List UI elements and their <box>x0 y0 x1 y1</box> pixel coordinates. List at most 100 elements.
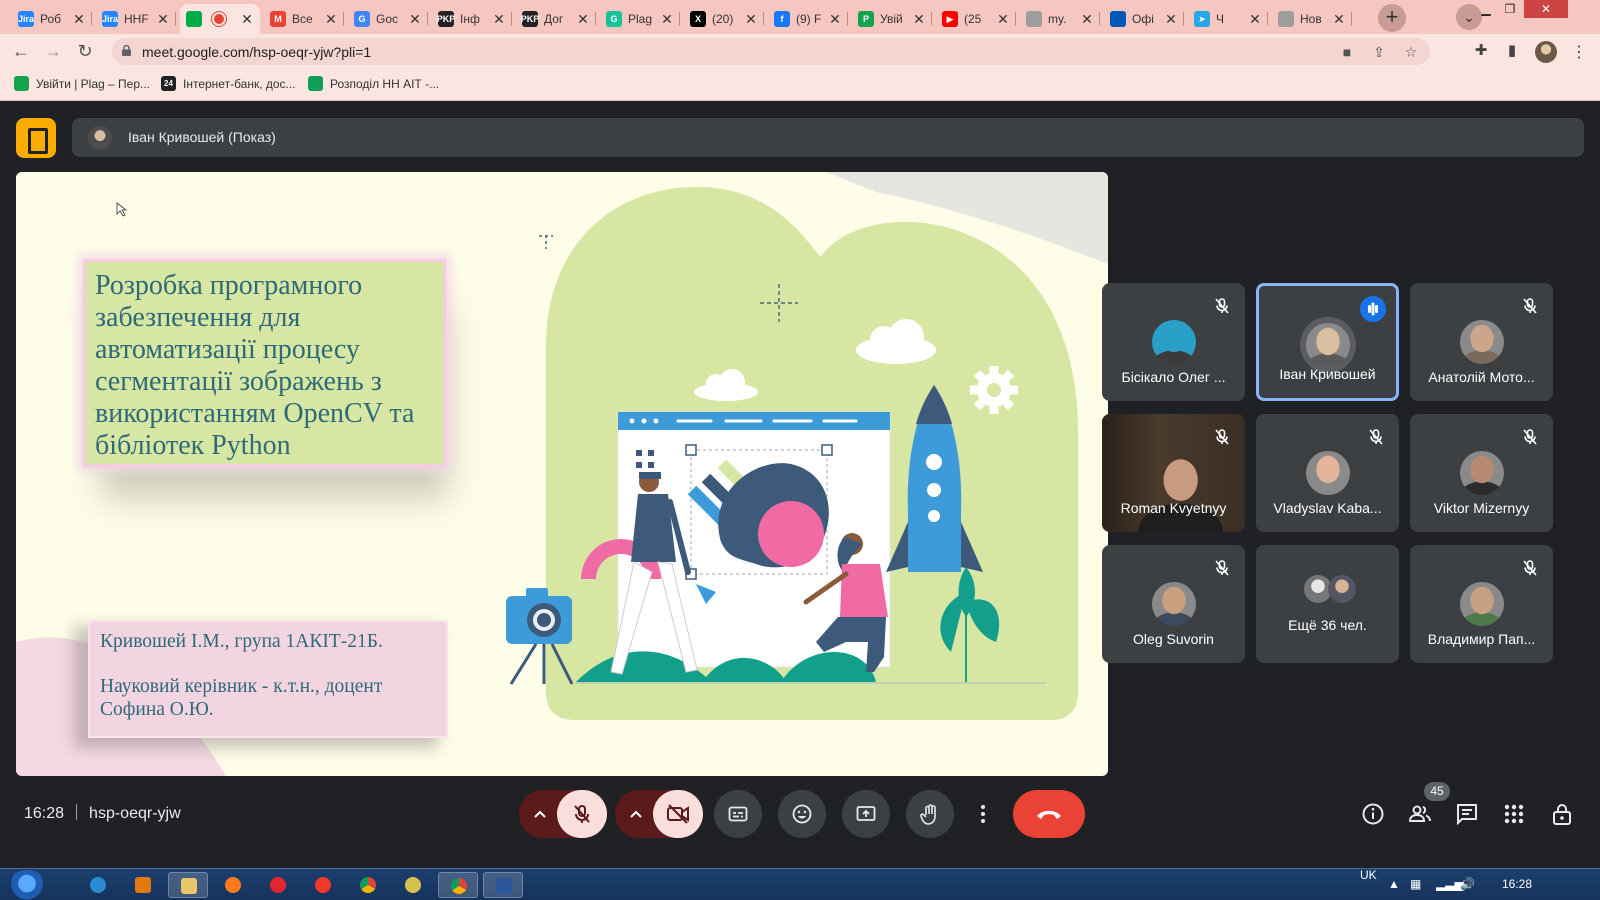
forward-icon[interactable]: → <box>41 39 65 63</box>
present-screen-button[interactable] <box>842 790 890 838</box>
browser-tab[interactable]: Офі ✕ <box>1104 4 1184 34</box>
address-bar[interactable]: meet.google.com/hsp-oeqr-yjw?pli=1 ■ ⇪ ☆ <box>112 38 1430 65</box>
participant-tile[interactable]: Іван Кривошей <box>1256 283 1399 401</box>
audio-settings-chevron-icon[interactable] <box>519 790 559 838</box>
participant-tile[interactable]: Анатолій Мото... <box>1410 283 1553 401</box>
taskbar-chrome-active-icon[interactable] <box>438 872 478 898</box>
participant-tile[interactable]: Roman Kvyetnyy <box>1102 414 1245 532</box>
meeting-details-icon[interactable] <box>1361 802 1385 826</box>
taskbar-eye-icon[interactable] <box>393 872 433 898</box>
bookmark-item[interactable]: Увійти | Plag – Пер... <box>14 76 150 91</box>
captions-button[interactable] <box>714 790 762 838</box>
presenter-bar[interactable]: Іван Кривошей (Показ) <box>72 118 1584 157</box>
participant-tile[interactable]: Vladyslav Kaba... <box>1256 414 1399 532</box>
host-controls-icon[interactable] <box>1550 802 1574 826</box>
participant-tile[interactable]: Ещё 36 чел. <box>1256 545 1399 663</box>
volume-icon[interactable]: 🔊 <box>1460 877 1475 891</box>
participant-tile[interactable]: Viktor Mizernyy <box>1410 414 1553 532</box>
meeting-code[interactable]: hsp-oeqr-yjw <box>89 805 181 822</box>
bookmark-star-icon[interactable]: ☆ <box>1402 43 1420 61</box>
tab-close-icon[interactable]: ✕ <box>324 11 338 28</box>
bookmark-label: Розподіл НН АІТ -... <box>330 76 440 91</box>
bookmark-item[interactable]: Розподіл НН АІТ -... <box>308 76 439 91</box>
url-text: meet.google.com/hsp-oeqr-yjw?pli=1 <box>142 44 372 60</box>
extensions-icon[interactable]: ✚ <box>1472 42 1490 60</box>
raise-hand-button[interactable] <box>906 790 954 838</box>
tab-close-icon[interactable]: ✕ <box>492 11 506 28</box>
tab-close-icon[interactable]: ✕ <box>744 11 758 28</box>
tab-close-icon[interactable]: ✕ <box>660 11 674 28</box>
tab-close-icon[interactable]: ✕ <box>576 11 590 28</box>
tab-close-icon[interactable]: ✕ <box>72 11 86 28</box>
browser-tab[interactable]: ▶ (25 ✕ <box>936 4 1016 34</box>
chrome-menu-icon[interactable]: ⋮ <box>1571 42 1587 62</box>
taskbar-ie-icon[interactable] <box>78 872 118 898</box>
tab-close-icon[interactable]: ✕ <box>1080 11 1094 28</box>
tab-close-icon[interactable]: ✕ <box>1332 11 1346 28</box>
taskbar-yandex-icon[interactable] <box>303 872 343 898</box>
taskbar-word-icon[interactable] <box>483 872 523 898</box>
tray-keyboard-icon[interactable]: ▦ <box>1410 877 1421 891</box>
meet-stage: Іван Кривошей (Показ) Розробка програмно… <box>0 102 1600 868</box>
camera-off-button[interactable] <box>653 790 703 838</box>
participant-tile[interactable]: Владимир Пап... <box>1410 545 1553 663</box>
language-indicator[interactable]: UK <box>1360 868 1377 882</box>
profile-avatar[interactable] <box>1535 41 1557 63</box>
emoji-reactions-button[interactable] <box>778 790 826 838</box>
browser-tab[interactable]: Jira HHF ✕ <box>96 4 176 34</box>
restore-icon[interactable]: ❐ <box>1500 0 1520 18</box>
tab-close-icon[interactable]: ✕ <box>240 11 254 28</box>
activities-icon[interactable] <box>1502 802 1526 826</box>
browser-tab[interactable]: M Все ✕ <box>264 4 344 34</box>
more-options-button[interactable] <box>970 790 996 838</box>
tab-close-icon[interactable]: ✕ <box>828 11 842 28</box>
participant-tile[interactable]: Бісікало Олег ... <box>1102 283 1245 401</box>
browser-tab[interactable]: X (20) ✕ <box>684 4 764 34</box>
back-icon[interactable]: ← <box>9 39 33 63</box>
start-button-icon[interactable] <box>8 870 46 900</box>
taskbar-clock[interactable]: 16:28 <box>1502 877 1532 891</box>
taskbar-media-icon[interactable] <box>123 872 163 898</box>
close-window-icon[interactable]: ✕ <box>1524 0 1568 18</box>
meet-logo-icon[interactable] <box>16 118 56 158</box>
leave-call-button[interactable] <box>1013 790 1085 838</box>
browser-tab[interactable]: G Goc ✕ <box>348 4 428 34</box>
browser-tab[interactable]: ➤ Ч ✕ <box>1188 4 1268 34</box>
share-icon[interactable]: ⇪ <box>1370 43 1388 61</box>
tab-close-icon[interactable]: ✕ <box>996 11 1010 28</box>
taskbar-explorer-icon[interactable] <box>168 872 208 898</box>
tab-close-icon[interactable]: ✕ <box>1248 11 1262 28</box>
browser-tab[interactable]: Нов ✕ <box>1272 4 1352 34</box>
taskbar-opera-icon[interactable] <box>258 872 298 898</box>
minimize-icon[interactable]: ▁ <box>1476 0 1496 18</box>
video-settings-chevron-icon[interactable] <box>615 790 655 838</box>
camera-in-use-icon[interactable]: ■ <box>1338 43 1356 61</box>
browser-tab[interactable]: f (9) F ✕ <box>768 4 848 34</box>
new-tab-button[interactable]: + <box>1378 4 1406 32</box>
taskbar-firefox-icon[interactable] <box>213 872 253 898</box>
jira-icon: Jira <box>18 11 34 27</box>
browser-tab[interactable]: Jira Роб ✕ <box>12 4 92 34</box>
side-panel-icon[interactable]: ▮ <box>1503 42 1521 60</box>
taskbar-chrome-icon[interactable] <box>348 872 388 898</box>
chat-icon[interactable] <box>1455 802 1479 826</box>
browser-tab[interactable]: ✕ <box>180 4 260 34</box>
browser-tab[interactable]: PKP Дог ✕ <box>516 4 596 34</box>
pkp-icon: PKP <box>521 11 539 27</box>
tray-arrow-icon[interactable]: ▲ <box>1388 877 1400 891</box>
tab-close-icon[interactable]: ✕ <box>156 11 170 28</box>
browser-tab[interactable]: P Увій ✕ <box>852 4 932 34</box>
tab-close-icon[interactable]: ✕ <box>1164 11 1178 28</box>
browser-tab[interactable]: G Plag ✕ <box>600 4 680 34</box>
tab-close-icon[interactable]: ✕ <box>912 11 926 28</box>
tab-close-icon[interactable]: ✕ <box>408 11 422 28</box>
browser-tab[interactable]: my. ✕ <box>1020 4 1100 34</box>
participant-tile[interactable]: Oleg Suvorin <box>1102 545 1245 663</box>
bookmark-item[interactable]: 24 Інтернет-банк, дос... <box>161 76 296 91</box>
browser-tab[interactable]: PKP Інф ✕ <box>432 4 512 34</box>
tab-title: (20) <box>712 12 734 26</box>
people-icon[interactable] <box>1408 802 1432 826</box>
reload-icon[interactable]: ↻ <box>73 39 97 63</box>
mic-muted-icon <box>1521 559 1539 577</box>
mic-off-button[interactable] <box>557 790 607 838</box>
